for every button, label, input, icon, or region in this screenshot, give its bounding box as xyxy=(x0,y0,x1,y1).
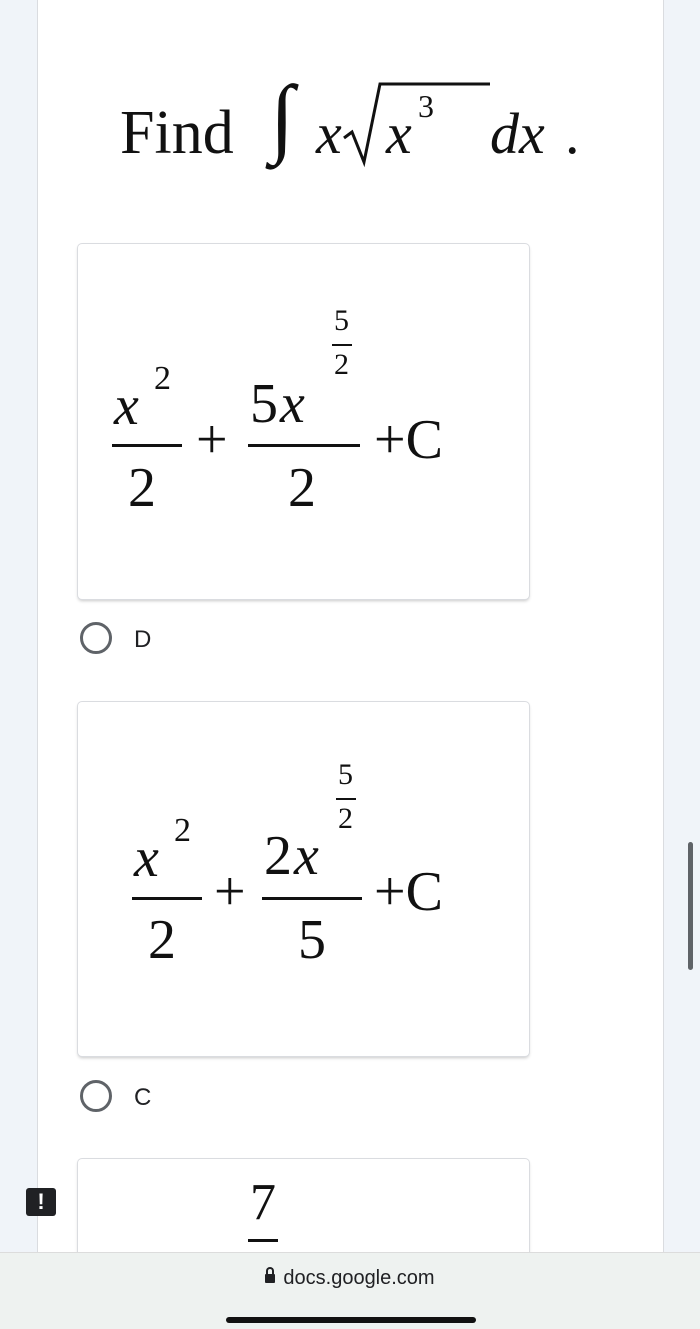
term2-variable: x xyxy=(280,373,305,435)
content-right-border xyxy=(663,0,664,1252)
exponent-numerator: 5 xyxy=(334,304,349,337)
term1-denominator: 2 xyxy=(148,909,176,971)
term2-denominator: 2 xyxy=(288,457,316,519)
fraction-bar xyxy=(262,897,362,900)
question-title: Find ∫ x x 3 dx . xyxy=(120,70,640,190)
term2-denominator: 5 xyxy=(298,909,326,971)
radical-sign-icon xyxy=(343,82,490,168)
exponent-denominator: 2 xyxy=(334,348,349,381)
exponent-fraction-bar xyxy=(332,344,352,346)
plus-sign: + xyxy=(196,409,228,471)
radio-icon[interactable] xyxy=(80,1080,112,1112)
radicand-exponent: 3 xyxy=(418,88,434,124)
exponent-numerator: 5 xyxy=(338,758,353,791)
term1-exponent: 2 xyxy=(154,360,171,397)
constant-term: +C xyxy=(374,409,443,471)
term1-exponent: 2 xyxy=(174,812,191,849)
question-prefix: Find xyxy=(120,99,234,167)
scrollbar-thumb[interactable] xyxy=(688,842,693,970)
radio-label: C xyxy=(134,1084,152,1111)
term1-numerator: x xyxy=(114,375,139,437)
option-image-card: x 2 2 + 2 x 5 2 5 +C xyxy=(78,702,529,1056)
page-background-left xyxy=(0,0,37,1252)
page-background-right xyxy=(663,0,700,1252)
partial-fraction-numerator: 7 xyxy=(250,1174,276,1231)
lock-icon xyxy=(265,1267,276,1283)
home-indicator[interactable] xyxy=(226,1317,476,1323)
fraction-bar xyxy=(132,897,202,900)
plus-sign: + xyxy=(214,861,246,923)
differential: dx xyxy=(490,101,545,166)
fraction-bar xyxy=(112,444,182,447)
square-root: x 3 xyxy=(342,80,492,175)
exponent-denominator: 2 xyxy=(338,802,353,835)
term2-variable: x xyxy=(294,825,319,887)
url-text: docs.google.com xyxy=(283,1267,435,1289)
term2-coefficient: 2 xyxy=(264,825,292,887)
question-period: . xyxy=(565,101,580,166)
fraction-bar xyxy=(248,1239,278,1242)
fraction-bar xyxy=(248,444,360,447)
term1-denominator: 2 xyxy=(128,457,156,519)
term2-coefficient: 5 xyxy=(250,373,278,435)
option-image-card: x 2 2 + 5 x 5 2 2 +C xyxy=(78,244,529,599)
integral-symbol: ∫ xyxy=(270,69,295,166)
content-left-border xyxy=(37,0,38,1252)
url-display[interactable]: docs.google.com xyxy=(0,1267,700,1290)
constant-term: +C xyxy=(374,861,443,923)
question-variable: x xyxy=(316,101,342,166)
term1-numerator: x xyxy=(134,827,159,889)
exponent-fraction-bar xyxy=(336,798,356,800)
radio-label: D xyxy=(134,626,152,653)
browser-bottom-bar: docs.google.com xyxy=(0,1252,700,1329)
radicand: x xyxy=(386,101,412,166)
alert-icon[interactable]: ! xyxy=(26,1188,56,1216)
radio-icon[interactable] xyxy=(80,622,112,654)
